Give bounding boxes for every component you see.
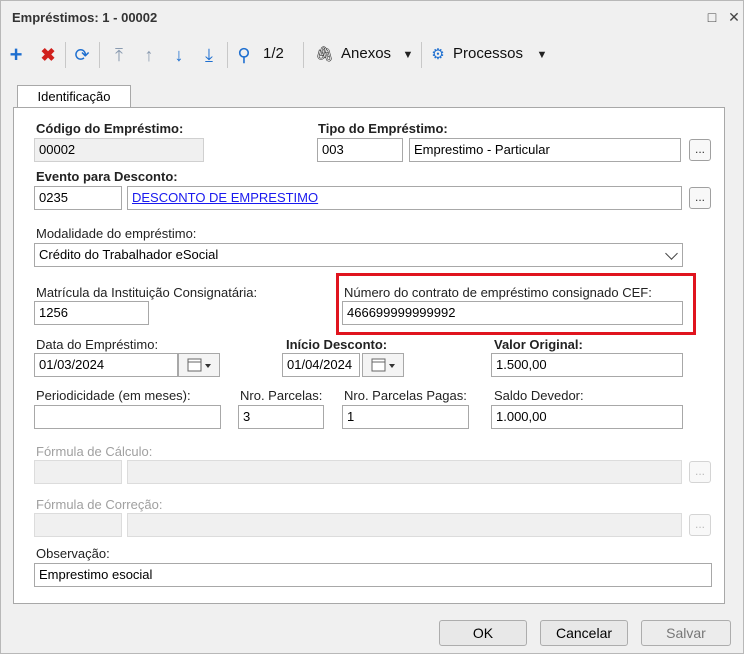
cancel-button[interactable]: Cancelar <box>540 620 628 646</box>
attachments-menu[interactable]: Anexos <box>341 45 391 62</box>
tipo-description-field[interactable]: Emprestimo - Particular <box>409 138 681 162</box>
add-icon[interactable]: + <box>5 43 27 67</box>
maximize-icon[interactable]: □ <box>703 8 721 26</box>
calendar-icon <box>371 358 395 372</box>
matricula-field[interactable]: 1256 <box>34 301 149 325</box>
gear-icon[interactable]: ⚙ <box>429 43 447 67</box>
title-bar: Empréstimos: 1 - 00002 □ ✕ <box>1 1 743 35</box>
search-icon[interactable]: ⚲ <box>233 43 255 67</box>
valor-original-label: Valor Original: <box>494 337 583 352</box>
next-record-icon[interactable]: ↓ <box>169 43 189 67</box>
chevron-down-icon[interactable]: ▼ <box>401 43 415 67</box>
nro-parcelas-pagas-label: Nro. Parcelas Pagas: <box>344 388 467 403</box>
toolbar: + ✖ ⟳ ⤒ ↑ ↓ ⤓ ⚲ 1/2 🖇 Anexos ▼ ⚙ Process… <box>1 37 743 73</box>
inicio-desconto-field[interactable]: 01/04/2024 <box>282 353 360 377</box>
last-record-icon[interactable]: ⤓ <box>199 43 219 67</box>
toolbar-separator <box>227 42 228 68</box>
record-position: 1/2 <box>263 45 284 62</box>
valor-original-field[interactable]: 1.500,00 <box>491 353 683 377</box>
formula-correcao-code-field <box>34 513 122 537</box>
formula-calculo-code-field <box>34 460 122 484</box>
modalidade-label: Modalidade do empréstimo: <box>36 226 197 241</box>
saldo-devedor-label: Saldo Devedor: <box>494 388 584 403</box>
calendar-button[interactable] <box>178 353 220 377</box>
toolbar-separator <box>99 42 100 68</box>
contrato-field[interactable]: 466699999999992 <box>342 301 683 325</box>
first-record-icon[interactable]: ⤒ <box>109 43 129 67</box>
tipo-code-field[interactable]: 003 <box>317 138 403 162</box>
ok-button[interactable]: OK <box>439 620 527 646</box>
save-button[interactable]: Salvar <box>641 620 731 646</box>
evento-description-link[interactable]: DESCONTO DE EMPRESTIMO <box>127 186 682 210</box>
evento-label: Evento para Desconto: <box>36 169 178 184</box>
data-emprestimo-field[interactable]: 01/03/2024 <box>34 353 178 377</box>
refresh-icon[interactable]: ⟳ <box>71 43 93 67</box>
periodicidade-field[interactable] <box>34 405 221 429</box>
delete-icon[interactable]: ✖ <box>37 43 59 67</box>
observacao-field[interactable]: Emprestimo esocial <box>34 563 712 587</box>
modalidade-select[interactable]: Crédito do Trabalhador eSocial <box>34 243 683 267</box>
previous-record-icon[interactable]: ↑ <box>139 43 159 67</box>
calendar-icon <box>187 358 211 372</box>
observacao-label: Observação: <box>36 546 110 561</box>
toolbar-separator <box>65 42 66 68</box>
tipo-lookup-button[interactable]: ... <box>689 139 711 161</box>
processes-menu[interactable]: Processos <box>453 45 523 62</box>
tipo-label: Tipo do Empréstimo: <box>318 121 448 136</box>
calendar-button[interactable] <box>362 353 404 377</box>
nro-parcelas-label: Nro. Parcelas: <box>240 388 323 403</box>
matricula-label: Matrícula da Instituição Consignatária: <box>36 285 258 300</box>
tab-identificacao[interactable]: Identificação <box>17 85 131 109</box>
formula-correcao-label: Fórmula de Correção: <box>36 497 163 512</box>
formula-correcao-lookup-button: ... <box>689 514 711 536</box>
codigo-field: 00002 <box>34 138 204 162</box>
contrato-label: Número do contrato de empréstimo consign… <box>344 285 652 300</box>
window-title: Empréstimos: 1 - 00002 <box>12 10 158 25</box>
nro-parcelas-pagas-field[interactable]: 1 <box>342 405 469 429</box>
chevron-down-icon[interactable]: ▼ <box>535 43 549 67</box>
periodicidade-label: Periodicidade (em meses): <box>36 388 191 403</box>
toolbar-separator <box>303 42 304 68</box>
saldo-devedor-field[interactable]: 1.000,00 <box>491 405 683 429</box>
chevron-down-icon <box>665 247 678 260</box>
nro-parcelas-field[interactable]: 3 <box>238 405 324 429</box>
inicio-desconto-label: Início Desconto: <box>286 337 388 352</box>
formula-calculo-label: Fórmula de Cálculo: <box>36 444 153 459</box>
toolbar-separator <box>421 42 422 68</box>
formula-calculo-lookup-button: ... <box>689 461 711 483</box>
formula-calculo-description-field <box>127 460 682 484</box>
data-emprestimo-label: Data do Empréstimo: <box>36 337 159 352</box>
formula-correcao-description-field <box>127 513 682 537</box>
evento-lookup-button[interactable]: ... <box>689 187 711 209</box>
paperclip-icon[interactable]: 🖇 <box>315 43 334 67</box>
close-icon[interactable]: ✕ <box>725 8 743 26</box>
evento-code-field[interactable]: 0235 <box>34 186 122 210</box>
codigo-label: Código do Empréstimo: <box>36 121 184 136</box>
modalidade-value: Crédito do Trabalhador eSocial <box>39 247 219 262</box>
